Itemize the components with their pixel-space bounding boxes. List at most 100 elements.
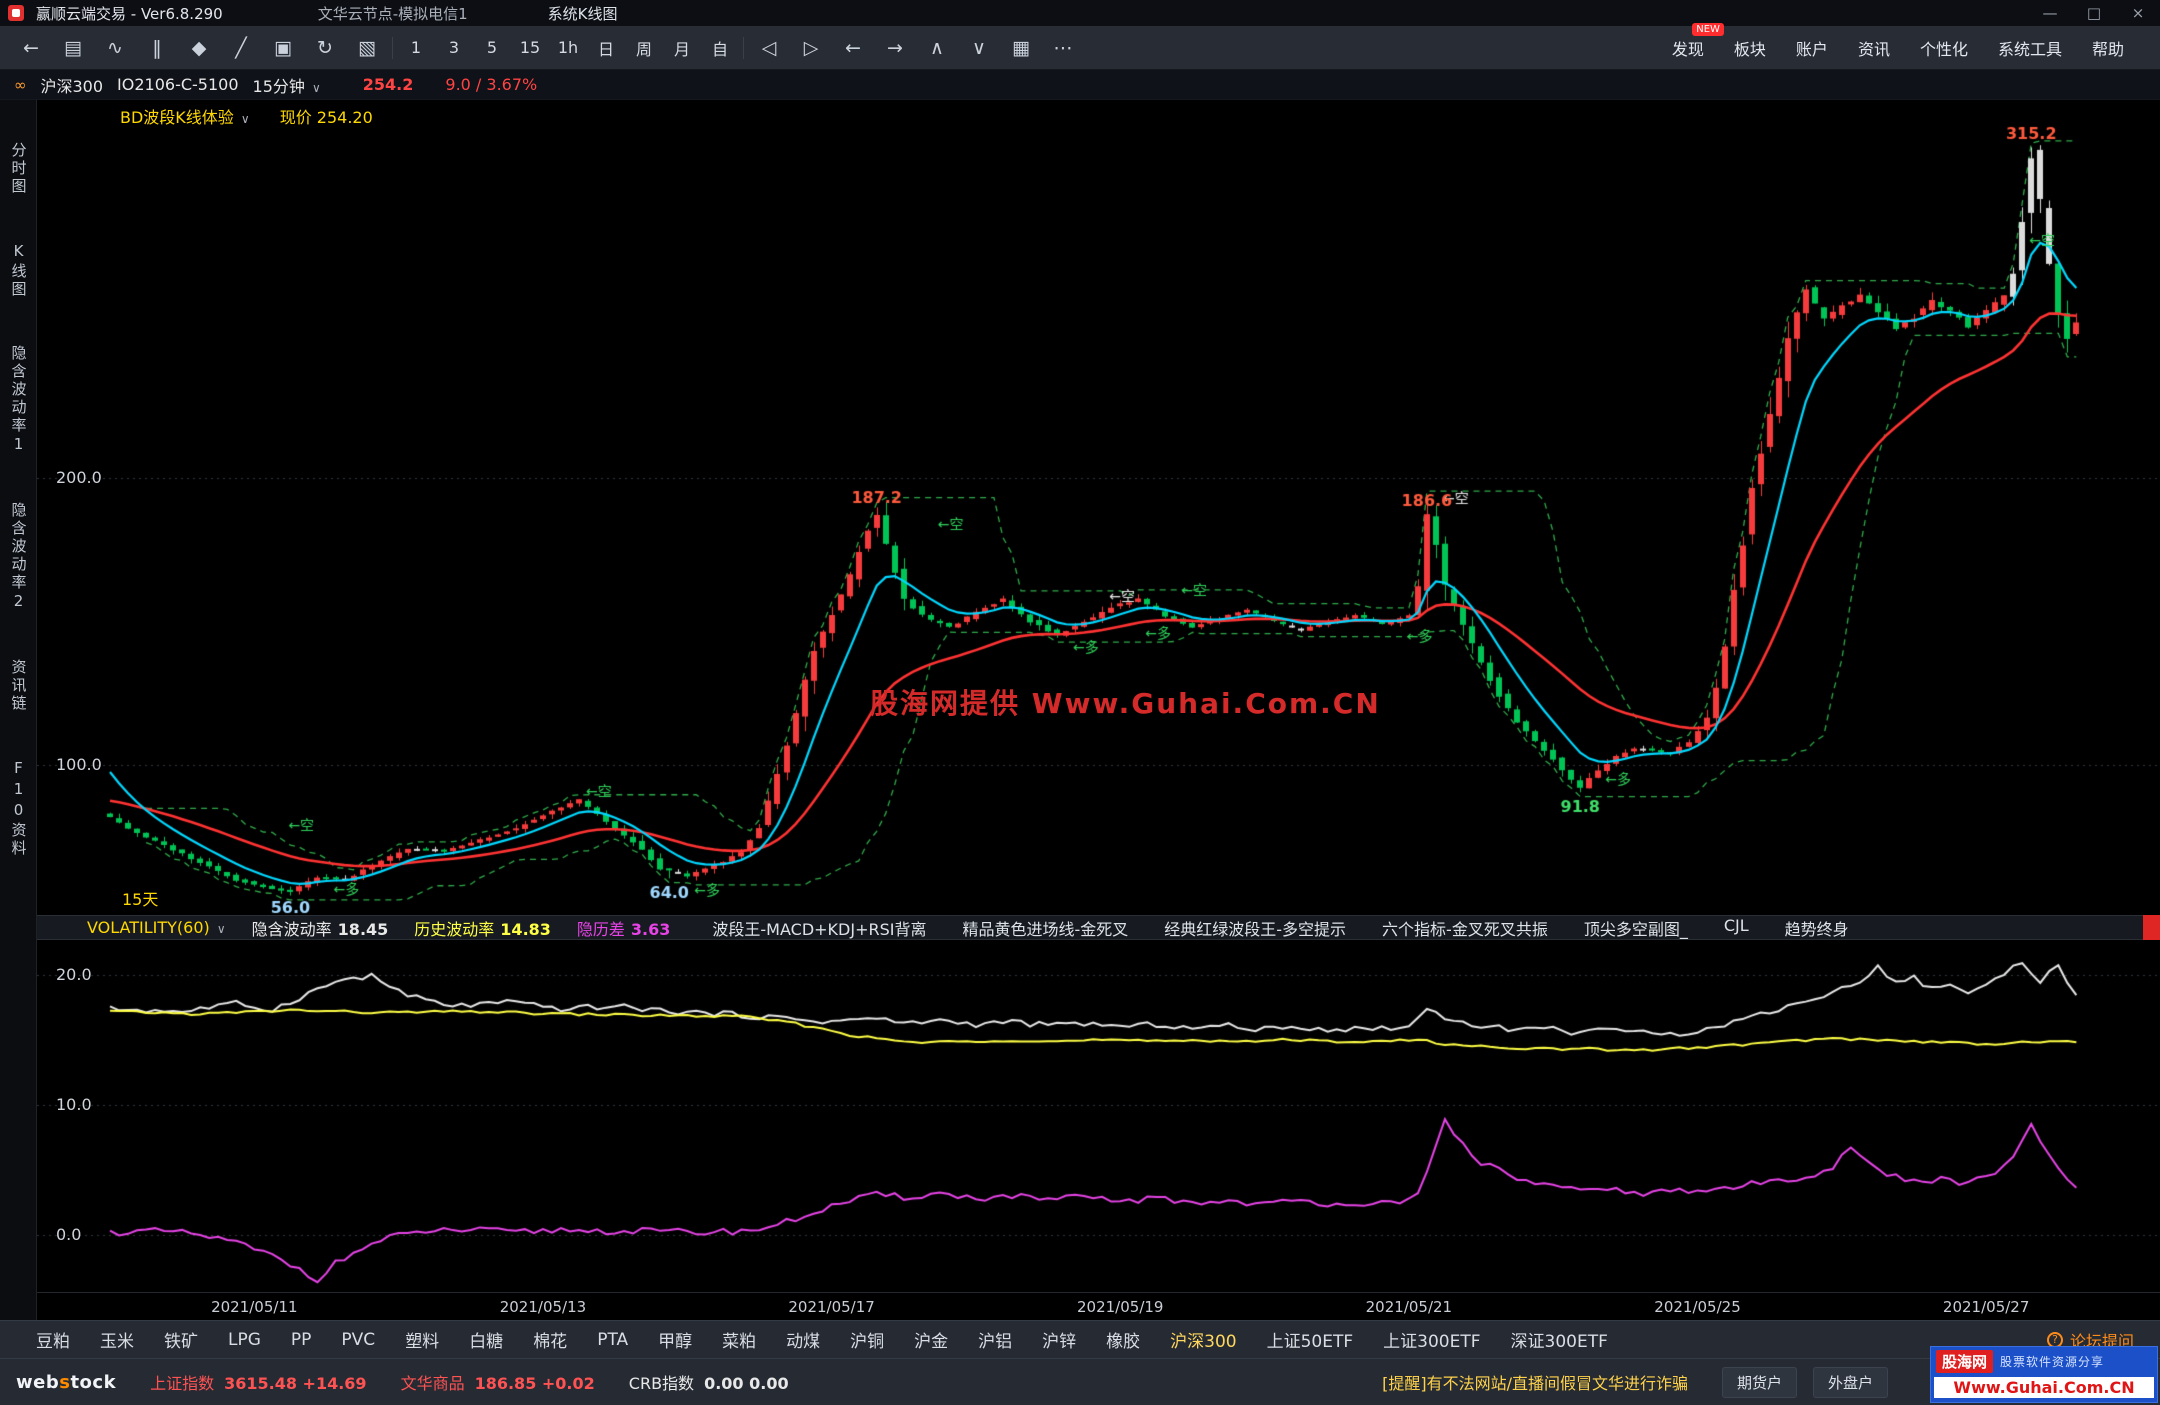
study-label-row: BD波段K线体验 ∨ 现价 254.20 (120, 104, 373, 128)
study-selector[interactable]: BD波段K线体验 ∨ (120, 104, 250, 128)
market-tab[interactable]: 白糖 (469, 1327, 503, 1352)
sidebar-item-3[interactable]: 隐含波动率2 (10, 502, 28, 613)
market-tab[interactable]: PP (291, 1330, 312, 1350)
indicator-tab[interactable]: 经典红绿波段王-多空提示 (1164, 916, 1346, 940)
toolbar-separator (743, 36, 744, 59)
close-button[interactable]: × (2116, 4, 2160, 22)
sidebar-item-2[interactable]: 隐含波动率1 (10, 345, 28, 456)
period-button-3[interactable]: 3 (443, 38, 465, 57)
market-tab[interactable]: PTA (597, 1330, 628, 1350)
indicator-header-red-button[interactable] (2143, 915, 2160, 942)
promo-tagline: 股票软件资源分享 (2000, 1355, 2105, 1369)
kline-chart-icon[interactable]: ‖ (144, 37, 170, 59)
market-tab[interactable]: 棉花 (533, 1327, 567, 1352)
guhai-promo-banner[interactable]: 股海网 股票软件资源分享 Www.Guhai.Com.CN (1930, 1346, 2158, 1403)
indicator-tab[interactable]: 波段王-MACD+KDJ+RSI背离 (712, 916, 926, 940)
market-tab[interactable]: 玉米 (100, 1327, 134, 1352)
sidebar-item-0[interactable]: 分时图 (10, 142, 28, 196)
next-bar-icon[interactable]: → (882, 37, 908, 59)
toolbar-menu-item[interactable]: 帮助 (2092, 36, 2124, 60)
market-tab[interactable]: LPG (228, 1330, 261, 1350)
market-tab[interactable]: 沪深300 (1170, 1327, 1236, 1352)
refresh-icon[interactable]: ↻ (312, 37, 338, 59)
period-button-日[interactable]: 日 (595, 36, 617, 60)
market-tab[interactable]: 塑料 (405, 1327, 439, 1352)
draw-line-icon[interactable]: ╱ (228, 37, 254, 59)
minimize-button[interactable]: — (2028, 4, 2072, 22)
indicator-tab[interactable]: 顶尖多空副图_ (1584, 916, 1688, 940)
toolbar-menu-item[interactable]: 系统工具 (1998, 36, 2062, 60)
account-button[interactable]: 期货户 (1721, 1366, 1797, 1398)
period-button-15[interactable]: 15 (519, 38, 541, 57)
period-button-1[interactable]: 1 (405, 38, 427, 57)
time-share-chart-icon[interactable]: ∿ (102, 37, 128, 59)
period-button-5[interactable]: 5 (481, 38, 503, 57)
sidebar-item-4[interactable]: 资讯链 (10, 659, 28, 713)
quote-board-icon[interactable]: ▤ (60, 37, 86, 59)
market-tab[interactable]: 上证300ETF (1383, 1327, 1480, 1352)
indicator-tab[interactable]: 精品黄色进场线-金死叉 (962, 916, 1128, 940)
indicator-selector[interactable]: VOLATILITY(60) ∨ (87, 918, 226, 937)
symbol-bar: ∞ 沪深300 IO2106-C-5100 15分钟 ∨ 254.2 9.0 /… (0, 70, 2160, 100)
volatility-canvas[interactable] (37, 940, 2160, 1292)
zoom-out-icon[interactable]: ◁ (756, 37, 782, 59)
visible-range-label: 15天 (122, 890, 159, 909)
page-down-icon[interactable]: ∨ (966, 37, 992, 59)
indicator-tab[interactable]: 趋势终身 (1785, 916, 1849, 940)
date-label: 2021/05/27 (1942, 1298, 2030, 1316)
save-icon[interactable]: ▣ (270, 37, 296, 59)
market-tab[interactable]: 深证300ETF (1511, 1327, 1608, 1352)
date-label: 2021/05/17 (788, 1298, 875, 1316)
market-tab[interactable]: 橡胶 (1106, 1327, 1140, 1352)
toolbar-menu-item[interactable]: 板块 (1734, 36, 1766, 60)
market-tab[interactable]: 沪铜 (850, 1327, 884, 1352)
market-tab[interactable]: 甲醇 (658, 1327, 692, 1352)
current-price-label: 现价 254.20 (279, 108, 373, 127)
market-tab[interactable]: 沪铝 (978, 1327, 1012, 1352)
market-tab[interactable]: 沪金 (914, 1327, 948, 1352)
index-label: 文华商品 (400, 1374, 465, 1393)
zoom-in-icon[interactable]: ▷ (798, 37, 824, 59)
more-icon[interactable]: ⋯ (1050, 37, 1076, 59)
date-label: 2021/05/21 (1365, 1298, 1453, 1316)
market-tab[interactable]: 动煤 (786, 1327, 820, 1352)
main-kline-canvas[interactable] (37, 100, 2160, 915)
toolbar-menu-item[interactable]: 账户 (1796, 36, 1828, 60)
sidebar-item-1[interactable]: K线图 (10, 242, 28, 299)
left-sidebar: 分时图 K线图隐含波动率1 隐含波动率2 资讯链 F10资料 (0, 100, 37, 1320)
toolbar-menu-item[interactable]: 个性化 (1920, 36, 1968, 60)
indicator-tab[interactable]: 六个指标-金叉死叉共振 (1382, 916, 1548, 940)
toolbar-menu-item[interactable]: 发现 NEW (1672, 22, 1724, 60)
period-button-周[interactable]: 周 (633, 36, 655, 60)
index-value: 0.00 0.00 (704, 1374, 789, 1393)
market-tab[interactable]: 豆粕 (36, 1327, 70, 1352)
toolbar-menu-item[interactable]: 资讯 (1858, 36, 1890, 60)
contract-code[interactable]: IO2106-C-5100 (117, 75, 238, 94)
market-tab[interactable]: 沪锌 (1042, 1327, 1076, 1352)
indicator-tab[interactable]: CJL (1724, 916, 1749, 940)
sidebar-item-5[interactable]: F10资料 (10, 759, 28, 858)
maximize-button[interactable]: □ (2072, 4, 2116, 22)
compare-chart-icon[interactable]: ▧ (354, 37, 380, 59)
prev-bar-icon[interactable]: ← (840, 37, 866, 59)
study-name: BD波段K线体验 (120, 108, 234, 127)
back-icon[interactable]: ← (18, 37, 44, 59)
date-label: 2021/05/19 (1077, 1298, 1164, 1316)
period-button-月[interactable]: 月 (671, 36, 693, 60)
market-tab[interactable]: 菜粕 (722, 1327, 756, 1352)
market-tab[interactable]: PVC (341, 1330, 375, 1350)
symbol-name[interactable]: 沪深300 (41, 73, 104, 97)
toolbar-separator (392, 36, 393, 59)
indicator-icon[interactable]: ◆ (186, 37, 212, 59)
market-tab[interactable]: 铁矿 (164, 1327, 198, 1352)
period-selector[interactable]: 15分钟 ∨ (253, 73, 321, 97)
period-button-1h[interactable]: 1h (557, 38, 579, 57)
period-button-自[interactable]: 自 (709, 36, 731, 60)
index-label: CRB指数 (628, 1374, 695, 1393)
multi-grid-icon[interactable]: ▦ (1008, 37, 1034, 59)
page-up-icon[interactable]: ∧ (924, 37, 950, 59)
market-tab[interactable]: 上证50ETF (1267, 1327, 1354, 1352)
toolbar-period-group: 1 3 5 15 1h 日周月自 (405, 36, 731, 60)
index-quote: 文华商品 186.85 +0.02 (401, 1370, 595, 1394)
account-button[interactable]: 外盘户 (1812, 1366, 1888, 1398)
